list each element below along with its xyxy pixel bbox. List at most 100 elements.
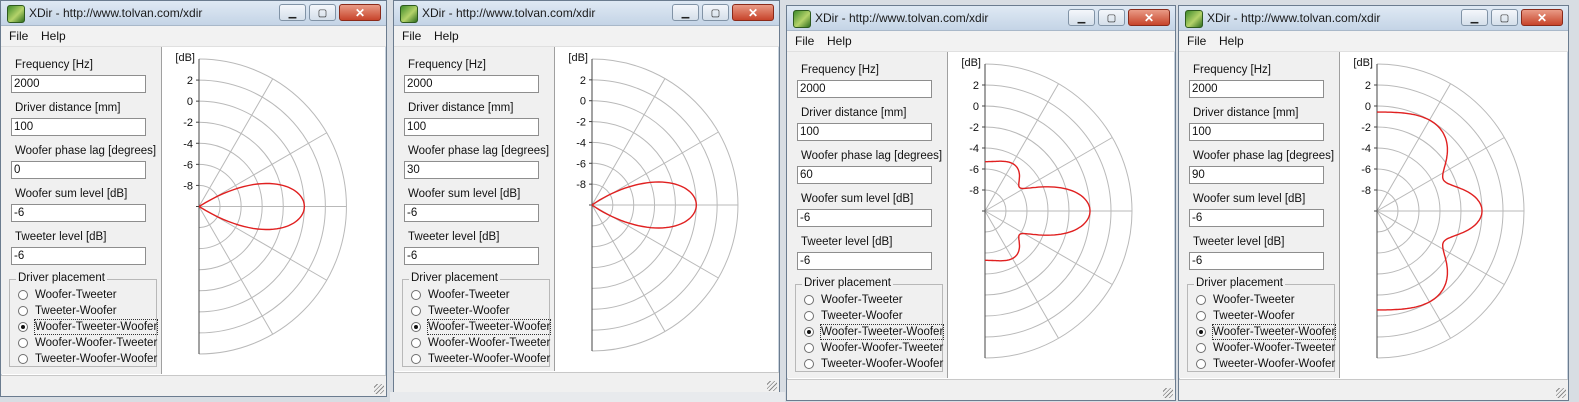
maximize-button[interactable]: ▢ [309,4,336,21]
status-bar [1,375,386,396]
radio-button[interactable] [411,306,421,316]
woofer-phase-lag-field[interactable]: 90 [1189,166,1324,184]
close-button[interactable]: ✕ [1128,9,1170,26]
tweeter_level-label: Tweeter level [dB] [1193,236,1285,248]
placement-option-label: Woofer-Tweeter-Woofer [1211,324,1337,340]
db-unit-label: [dB] [1353,57,1373,69]
resize-grip[interactable] [767,381,777,391]
db-tick-label: 0 [580,96,586,108]
driver-placement-group: Driver placement Woofer-Tweeter Tweeter-Wo… [9,272,159,367]
placement-option-label: Woofer-Tweeter-Woofer [33,319,159,335]
radio-button[interactable] [804,311,814,321]
frequency-field[interactable]: 2000 [404,75,539,93]
db-tick-label: -6 [576,158,586,170]
radio-button[interactable] [411,290,421,300]
woofer-sum-level-field[interactable]: -6 [1189,209,1324,227]
status-bar [787,379,1175,400]
title-bar[interactable]: XDir - http://www.tolvan.com/xdir ▁ ▢ ✕ [787,6,1175,31]
radio-button[interactable] [411,354,421,364]
tweeter-level-field[interactable]: -6 [404,247,539,265]
minimize-button[interactable]: ▁ [279,4,306,21]
distance-label: Driver distance [mm] [15,102,121,114]
placement-option-label: Woofer-Woofer-Tweeter [821,342,944,354]
radio-button[interactable] [18,354,28,364]
tweeter-level-field[interactable]: -6 [11,247,146,265]
title-bar[interactable]: XDir - http://www.tolvan.com/xdir ▁ ▢ ✕ [1,1,386,26]
grid-spoke [1376,210,1451,339]
menu-bar: File Help [787,31,1175,52]
maximize-button[interactable]: ▢ [702,4,729,21]
radio-button[interactable] [411,338,421,348]
controls-panel: Frequency [Hz] 2000 Driver distance [mm] 10… [1,47,162,374]
app-icon [1185,10,1203,28]
radio-button[interactable] [804,343,814,353]
db-tick-label: -2 [1361,122,1371,134]
radio-button[interactable] [1196,327,1206,337]
radio-button[interactable] [411,322,421,332]
driver-distance-field[interactable]: 100 [11,118,146,136]
driver-distance-field[interactable]: 100 [797,123,932,141]
grid-spoke [198,78,274,207]
polar-plot: 2 0 -2 -4 -6 -8 [dB] [556,47,773,371]
driver-distance-field[interactable]: 100 [1189,123,1324,141]
close-button[interactable]: ✕ [339,4,381,21]
close-button[interactable]: ✕ [1521,9,1563,26]
tweeter-level-field[interactable]: -6 [1189,252,1324,270]
radio-button[interactable] [1196,359,1206,369]
woofer-phase-lag-field[interactable]: 60 [797,166,932,184]
driver-distance-field[interactable]: 100 [404,118,539,136]
radio-button[interactable] [804,327,814,337]
frequency-field[interactable]: 2000 [1189,80,1324,98]
menu-file[interactable]: File [9,29,28,43]
menu-help[interactable]: Help [434,29,459,43]
menu-help[interactable]: Help [41,29,66,43]
background-window-strip [390,392,785,402]
frequency-label: Frequency [Hz] [801,64,879,76]
radio-button[interactable] [804,359,814,369]
menu-help[interactable]: Help [827,34,852,48]
window-title: XDir - http://www.tolvan.com/xdir [1207,11,1381,25]
menu-file[interactable]: File [402,29,421,43]
woofer-sum-level-field[interactable]: -6 [797,209,932,227]
title-bar[interactable]: XDir - http://www.tolvan.com/xdir ▁ ▢ ✕ [1179,6,1568,31]
placement-option-label: Tweeter-Woofer [1213,310,1295,322]
placement-option-label: Woofer-Woofer-Tweeter [1213,342,1336,354]
radio-button[interactable] [18,306,28,316]
resize-grip[interactable] [374,384,384,394]
minimize-button[interactable]: ▁ [1068,9,1095,26]
radio-button[interactable] [1196,295,1206,305]
radio-button[interactable] [18,290,28,300]
woofer-sum-level-field[interactable]: -6 [11,204,146,222]
title-bar[interactable]: XDir - http://www.tolvan.com/xdir ▁ ▢ ✕ [394,1,779,26]
radio-button[interactable] [1196,311,1206,321]
woofer-phase-lag-field[interactable]: 0 [11,161,146,179]
app-icon [400,5,418,23]
maximize-button[interactable]: ▢ [1098,9,1125,26]
tweeter-level-field[interactable]: -6 [797,252,932,270]
radio-button[interactable] [1196,343,1206,353]
db-tick-label: -6 [183,159,193,171]
close-button[interactable]: ✕ [732,4,774,21]
resize-grip[interactable] [1163,388,1173,398]
driver-placement-label: Driver placement [16,272,107,284]
radio-button[interactable] [804,295,814,305]
placement-option-label: Woofer-Tweeter [821,294,903,306]
minimize-button[interactable]: ▁ [1461,9,1488,26]
radio-button[interactable] [18,322,28,332]
frequency-field[interactable]: 2000 [797,80,932,98]
menu-help[interactable]: Help [1219,34,1244,48]
db-tick-label: 2 [580,75,586,87]
frequency-field[interactable]: 2000 [11,75,146,93]
woofer-sum-level-field[interactable]: -6 [404,204,539,222]
menu-file[interactable]: File [795,34,814,48]
placement-option-label: Tweeter-Woofer [428,305,510,317]
radio-button[interactable] [18,338,28,348]
app-window: XDir - http://www.tolvan.com/xdir ▁ ▢ ✕ File… [786,5,1176,401]
resize-grip[interactable] [1556,388,1566,398]
woofer-phase-lag-field[interactable]: 30 [404,161,539,179]
placement-option-label: Tweeter-Woofer [821,310,903,322]
menu-file[interactable]: File [1187,34,1206,48]
db-tick-label: -4 [969,143,979,155]
minimize-button[interactable]: ▁ [672,4,699,21]
maximize-button[interactable]: ▢ [1491,9,1518,26]
